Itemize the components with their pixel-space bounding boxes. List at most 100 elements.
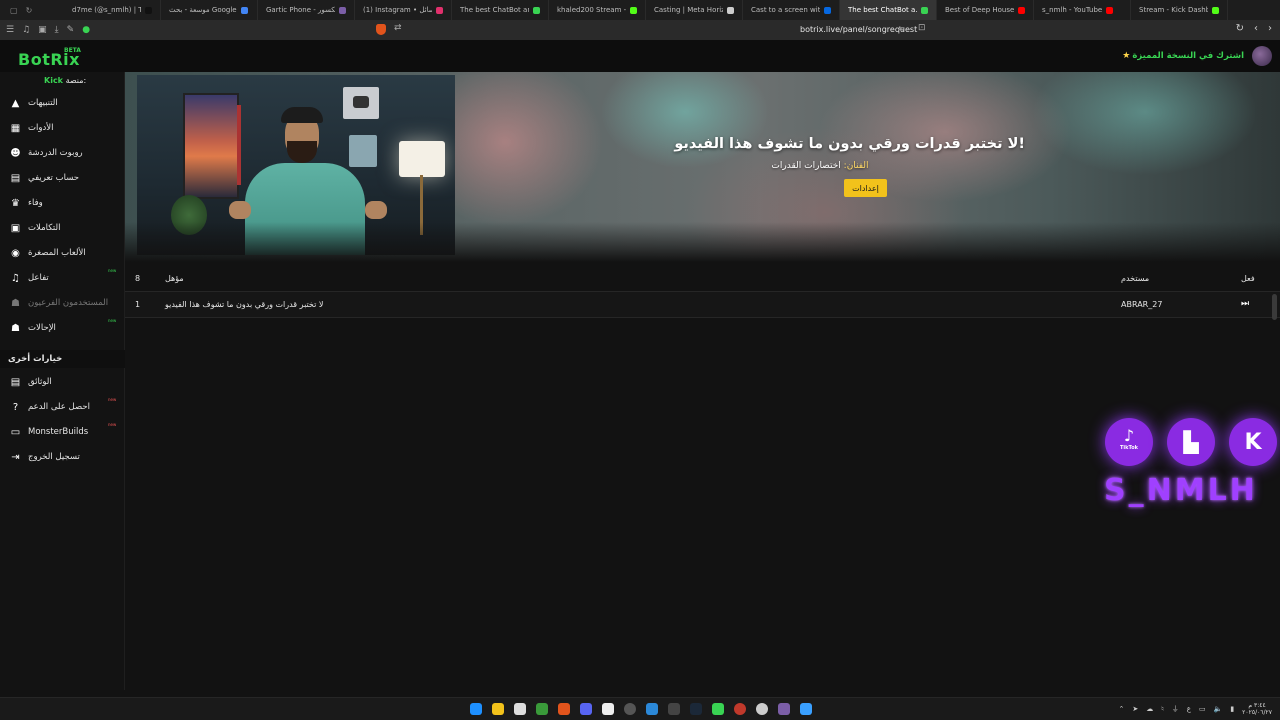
settings-button[interactable]: إعدادات	[844, 179, 887, 197]
mic-icon[interactable]: ♮	[1161, 705, 1164, 713]
sidebar-item-label: وفاء	[28, 198, 43, 208]
toolbar-left-icons: ☰ ♫ ▣ ⤓ ✎ ●	[0, 25, 110, 35]
sidebar-item-label: المستخدمون الفرعيون	[28, 298, 109, 308]
sidebar-item[interactable]: ☗ المستخدمون الفرعيون	[0, 292, 125, 314]
tiktok-icon: ♪ TikTok	[1105, 418, 1153, 466]
discord-icon[interactable]	[580, 703, 592, 715]
brave-shield-icon[interactable]	[376, 24, 386, 35]
display-icon[interactable]: ▭	[1199, 705, 1206, 713]
sidebar-other-item[interactable]: ⇥ تسجيل الخروج	[0, 446, 125, 468]
sidebar-other-item[interactable]: ▤ الوثائق	[0, 371, 125, 393]
back-history-icon[interactable]: ▢	[10, 6, 18, 15]
referrals-icon: ☗	[11, 322, 20, 334]
brave-browser-icon[interactable]	[558, 703, 570, 715]
tab-title: Casting | Meta Horizon	[654, 6, 723, 14]
logout-icon: ⇥	[11, 451, 20, 463]
back-icon[interactable]: ‹	[1254, 23, 1258, 34]
premium-link[interactable]: ★ اشترك في النسخة المميزة	[1122, 51, 1244, 61]
browser-tab[interactable]: Stream - Kick Dashboard	[1131, 0, 1228, 20]
download-icon[interactable]: ⤓	[55, 25, 59, 35]
cloud-icon[interactable]: ☁	[1146, 705, 1153, 713]
network-icon[interactable]: ➤	[1132, 705, 1138, 713]
browser-tab[interactable]: The best ChatBot a...	[840, 0, 937, 20]
screenshot-icon[interactable]: ▣	[38, 25, 47, 35]
steam-icon[interactable]	[690, 703, 702, 715]
sidebar-item[interactable]: ♫ تفاعل new	[0, 267, 125, 289]
clock-date: ٢٠٢٥/٠٦/٢٧	[1242, 709, 1272, 716]
tiktok-glyph: ♪	[1123, 426, 1135, 445]
lock-icon[interactable]	[712, 703, 724, 715]
language-indicator[interactable]: ع	[1187, 705, 1191, 713]
trophy-icon: ♛	[11, 197, 20, 209]
browser-tab[interactable]: Casting | Meta Horizon	[646, 0, 743, 20]
browser-tab[interactable]: (1) Instagram • الرسائل	[355, 0, 452, 20]
record-icon[interactable]	[734, 703, 746, 715]
browser-tab[interactable]: Gartic Phone - الهاتف المكسور	[258, 0, 355, 20]
music-note-icon[interactable]: ♫	[22, 25, 30, 35]
sidebar: Kick منصة: ▲ التنبيهات ▦ الأدوات ☻ روبوت الدر…	[0, 72, 125, 690]
user-avatar[interactable]	[1252, 46, 1272, 66]
tab-favicon-icon	[240, 6, 248, 14]
tools-icon: ▦	[10, 122, 21, 134]
tab-title: khaled200 Stream - Watch	[557, 6, 626, 14]
calendar-icon[interactable]	[514, 703, 526, 715]
kick-icon: K	[1229, 418, 1277, 466]
table-row[interactable]: 1 لا تختبر قدرات ورقي بدون ما تشوف هذا ال…	[125, 292, 1280, 318]
header-user[interactable]: مستخدم	[1121, 274, 1149, 283]
browser-tab[interactable]: The best ChatBot and Wid...	[452, 0, 549, 20]
twitch-icon: ▙	[1167, 418, 1215, 466]
thumbnail-decor	[237, 105, 241, 185]
thumbnail-lamp	[399, 141, 445, 177]
browser-tab[interactable]: Best of Deep House [2025]	[937, 0, 1034, 20]
tray-chevron-icon[interactable]: ⌃	[1119, 705, 1125, 713]
sidebar-item[interactable]: ▦ الأدوات	[0, 117, 125, 139]
volume-icon[interactable]: 🔈	[1214, 705, 1223, 713]
refresh-icon[interactable]: ↻	[1236, 23, 1244, 34]
browser-tab[interactable]: s_nmlh - YouTube	[1034, 0, 1131, 20]
bookmark-icon[interactable]: ⊡	[918, 23, 926, 33]
meta-quest-icon[interactable]	[602, 703, 614, 715]
browser-tab[interactable]: d7me (@s_nmlh) | TikTok(5)	[64, 0, 161, 20]
browser-tab[interactable]: Cast to a screen with Meta	[743, 0, 840, 20]
sidebar-item[interactable]: ♛ وفاء	[0, 192, 125, 214]
page-settings-icon[interactable]: ⇋	[898, 24, 905, 33]
sidebar-item[interactable]: ▲ التنبيهات	[0, 92, 125, 114]
browser-tab[interactable]: khaled200 Stream - Watch	[549, 0, 646, 20]
vpn-icon[interactable]: ●	[82, 25, 90, 35]
sidebar-other-item[interactable]: ? احصل على الدعم new	[0, 396, 125, 418]
new-badge: new	[108, 268, 117, 273]
notepad-icon[interactable]	[536, 703, 548, 715]
menu-icon[interactable]: ☰	[6, 25, 14, 35]
sidebar-item[interactable]: ◉ الألعاب المصغرة	[0, 242, 125, 264]
video-thumbnail[interactable]	[137, 75, 455, 255]
skip-song-icon[interactable]: ⏭	[1241, 299, 1249, 309]
file-explorer-icon[interactable]	[492, 703, 504, 715]
sidebar-item[interactable]: ▤ حساب تعريفي	[0, 167, 125, 189]
tool-app-icon[interactable]	[800, 703, 812, 715]
browser-tab[interactable]: موسعة - بحث Google	[161, 0, 258, 20]
settings-gear-icon[interactable]	[756, 703, 768, 715]
users-icon: ☗	[11, 297, 20, 309]
sidebar-other-item[interactable]: ▭ MonsterBuilds new	[0, 421, 125, 443]
sidebar-item[interactable]: ☗ الإحالات new	[0, 317, 125, 339]
queue-scrollbar[interactable]	[1272, 294, 1277, 320]
row-user: ABRAR_27	[1121, 300, 1163, 309]
battery-icon[interactable]: ▮	[1230, 705, 1234, 713]
share-icon[interactable]: ⇄	[394, 23, 402, 33]
header-title[interactable]: مؤهل	[165, 274, 184, 283]
windows-start-icon[interactable]	[470, 703, 482, 715]
usb-icon[interactable]: ⏚	[1172, 704, 1179, 714]
reload-icon[interactable]: ↻	[26, 6, 33, 15]
sidebar-item-label: الإحالات	[28, 323, 56, 333]
extension-icon[interactable]: ✎	[67, 25, 75, 35]
docs-icon: ▤	[10, 376, 21, 388]
store-icon[interactable]	[646, 703, 658, 715]
app-grid-icon[interactable]	[668, 703, 680, 715]
sidebar-item[interactable]: ☻ روبوت الدردشة	[0, 142, 125, 164]
clock[interactable]: ٣:٤٤ م ٢٠٢٥/٠٦/٢٧	[1242, 702, 1272, 716]
diamond-app-icon[interactable]	[778, 703, 790, 715]
obs-icon[interactable]	[624, 703, 636, 715]
artist-value: اختصارات القدرات	[771, 161, 841, 171]
forward-icon[interactable]: ›	[1268, 23, 1272, 34]
sidebar-item[interactable]: ▣ التكاملات	[0, 217, 125, 239]
